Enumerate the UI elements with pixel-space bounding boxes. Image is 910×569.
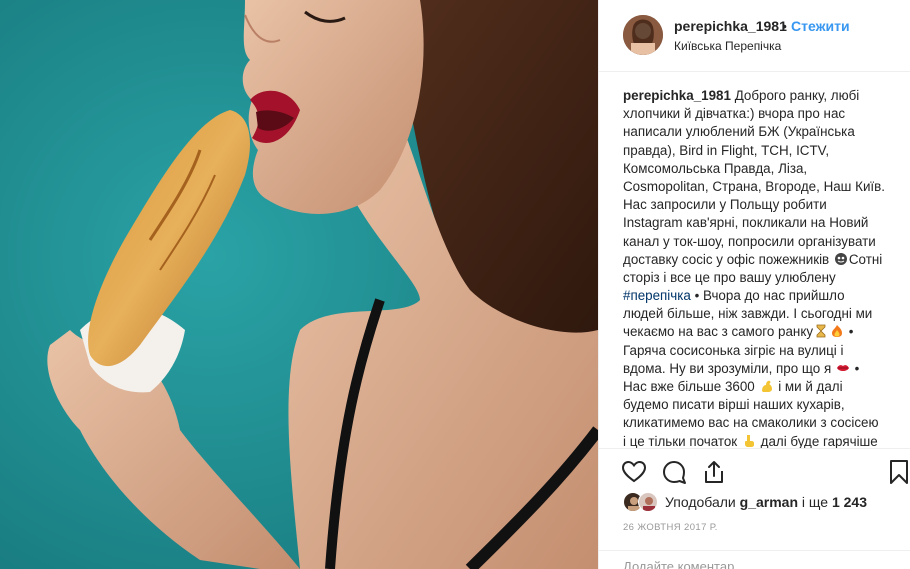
caption-text: чекаємо на вас з самого ранку <box>623 324 814 340</box>
fire-truck-emoji-icon <box>834 252 847 265</box>
lips-emoji-icon <box>836 364 849 371</box>
likes-count[interactable]: 1 243 <box>832 494 867 510</box>
caption-line: написали улюблений БЖ (Українська <box>623 124 855 140</box>
caption-line: правда), Bird in Flight, ТСН, ICTV, <box>623 142 830 158</box>
caption-line: Нас вже більше 3600 і ми й далі <box>623 378 899 396</box>
share-icon <box>705 461 723 483</box>
comment-button[interactable] <box>661 459 687 485</box>
post-username[interactable]: perepichka_1981 <box>674 18 787 34</box>
save-button[interactable] <box>886 459 910 485</box>
caption-line: людей більше, ніж завжди. І сьогодні ми <box>623 306 873 322</box>
liker-username[interactable]: g_arman <box>740 494 798 510</box>
flexed-bicep-emoji-icon <box>761 380 772 392</box>
likes-prefix: Уподобали <box>665 494 736 510</box>
post-sidebar: perepichka_1981 • Стежити Київська Переп… <box>598 0 910 569</box>
comment-icon <box>663 461 686 484</box>
post-photo[interactable] <box>0 0 598 569</box>
caption-username[interactable]: perepichka_1981 <box>623 88 731 103</box>
caption-line: чекаємо на вас з самого ранку • <box>623 323 899 341</box>
caption-text: • <box>845 324 854 340</box>
caption-text: далі буде гарячіше <box>756 433 878 449</box>
likes-suffix: і ще <box>801 494 829 510</box>
caption-text: доставку сосіс у офіс пожежників <box>623 251 830 267</box>
caption-text: і ми й далі <box>774 379 843 394</box>
caption-line: доставку сосіс у офіс пожежників Сотні <box>623 251 899 269</box>
post-location[interactable]: Київська Перепічка <box>674 39 781 53</box>
separator-dot: • <box>782 18 787 34</box>
likes-row: Уподобали g_arman і ще 1 243 <box>623 492 910 514</box>
caption-line: perepichka_1981 Доброго ранку, любі <box>623 87 899 105</box>
liker-avatar[interactable] <box>638 492 658 512</box>
caption-line: Комсомольська Правда, Ліза, <box>623 160 808 176</box>
caption-line: #перепічка • Вчора до нас прийшло <box>623 287 899 305</box>
post-caption: perepichka_1981 Доброго ранку, любі хлоп… <box>623 87 899 449</box>
caption-line: Instagram кав'ярні, покликали на Новий <box>623 215 869 231</box>
hashtag-link[interactable]: #перепічка <box>623 288 691 303</box>
caption-text: і це тільки початок <box>623 433 738 449</box>
share-button[interactable] <box>701 459 727 485</box>
comment-box <box>599 550 910 569</box>
post-date[interactable]: 26 ЖОВТНЯ 2017 Р. <box>623 522 718 533</box>
caption-text: вдома. Ну ви зрозуміли, про що я <box>623 360 832 376</box>
caption-line: сторіз і все це про вашу улюблену <box>623 269 836 285</box>
bookmark-icon <box>890 460 908 484</box>
caption-line: будемо писати вірші наших кухарів, <box>623 397 845 413</box>
heart-icon <box>621 460 647 483</box>
post-header: perepichka_1981 • Стежити Київська Переп… <box>599 0 910 72</box>
caption-text: Доброго ранку, любі <box>734 88 860 103</box>
comment-input[interactable] <box>623 559 883 569</box>
pointing-down-emoji-icon <box>744 434 754 447</box>
avatar[interactable] <box>623 15 663 55</box>
caption-line: канал у ток-шоу, попросили організувати <box>623 233 876 249</box>
likes-summary: Уподобали g_arman і ще 1 243 <box>665 494 867 510</box>
caption-text: • Вчора до нас прийшло <box>690 288 845 304</box>
caption-line: вдома. Ну ви зрозуміли, про що я • <box>623 360 899 378</box>
post-actions <box>599 448 910 488</box>
like-button[interactable] <box>621 459 647 485</box>
fire-emoji-icon <box>832 325 843 338</box>
caption-line: Нас запросили у Польщу робити <box>623 197 827 213</box>
follow-button[interactable]: Стежити <box>791 18 850 34</box>
caption-line: хлопчики й дівчатка:) вчора про нас <box>623 106 846 122</box>
caption-line: Cosmopolitan, Страна, Вгороде, Наш Київ. <box>623 178 885 194</box>
post-image <box>0 0 598 569</box>
caption-line: кликатимемо вас на смаколики з сосісею <box>623 415 879 431</box>
caption-text: Сотні <box>848 251 883 267</box>
caption-line: і це тільки початок далі буде гарячіше <box>623 433 899 449</box>
caption-text: • <box>850 360 860 376</box>
caption-line: Гаряча сосисонька зігріє на вулиці і <box>623 342 844 358</box>
hourglass-emoji-icon <box>816 325 826 338</box>
caption-text: Нас вже більше 3600 <box>623 379 755 394</box>
